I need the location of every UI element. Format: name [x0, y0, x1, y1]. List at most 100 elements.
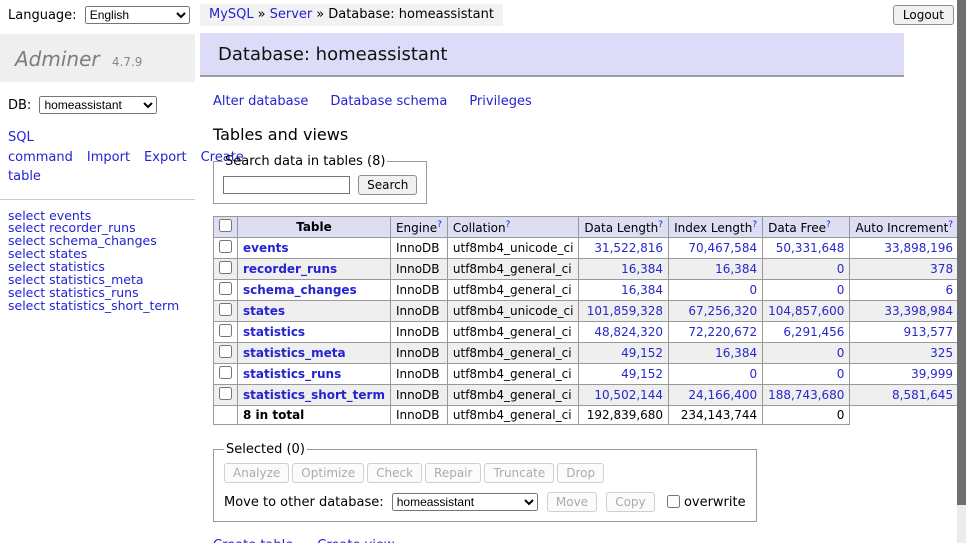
breadcrumb-current: Database: homeassistant: [328, 7, 494, 22]
app-version: 4.7.9: [112, 55, 143, 69]
table-name-link[interactable]: statistics: [243, 325, 305, 339]
select-all-checkbox[interactable]: [219, 219, 232, 232]
row-checkbox-cell: [214, 301, 238, 322]
db-link-1[interactable]: Database schema: [330, 94, 447, 109]
cell-index-length: 16,384: [669, 259, 763, 280]
table-name-link[interactable]: states: [243, 304, 285, 318]
cell-engine: InnoDB: [390, 343, 447, 364]
cell-index-length: 0: [669, 364, 763, 385]
cell-auto-increment: 378: [850, 259, 959, 280]
logout-button[interactable]: Logout: [893, 5, 954, 25]
column-label: Engine: [396, 221, 437, 235]
cell-data-length: 10,502,144: [579, 385, 669, 406]
breadcrumb-link[interactable]: MySQL: [209, 7, 254, 22]
sidebar-action-1[interactable]: Import: [87, 150, 130, 165]
sidebar: Language: English Adminer 4.7.9 DB: home…: [0, 0, 195, 313]
adminer-page: Language: English Adminer 4.7.9 DB: home…: [0, 0, 966, 543]
table-name-link[interactable]: statistics_runs: [243, 367, 341, 381]
optimize-button: Optimize: [292, 463, 364, 483]
cell-table-name: recorder_runs: [238, 259, 391, 280]
move-db-select[interactable]: homeassistant: [392, 493, 538, 511]
select-all-header-cell: [214, 217, 238, 238]
column-header-engine: Engine?: [390, 217, 447, 238]
cell-auto-increment: 325: [850, 343, 959, 364]
help-link[interactable]: ?: [948, 220, 953, 230]
language-label: Language:: [8, 8, 77, 23]
cell-index-length: 24,166,400: [669, 385, 763, 406]
cell-table-name: statistics: [238, 322, 391, 343]
table-total-row: 8 in totalInnoDButf8mb4_general_ci192,83…: [214, 406, 966, 425]
table-name-link[interactable]: statistics_meta: [243, 346, 346, 360]
sidebar-action-2[interactable]: Export: [144, 150, 187, 165]
create-link-0[interactable]: Create table: [213, 538, 293, 543]
cell-data-free: 0: [763, 364, 850, 385]
table-row: recorder_runsInnoDButf8mb4_general_ci16,…: [214, 259, 966, 280]
create-link-1[interactable]: Create view: [317, 538, 394, 543]
move-button: Move: [547, 492, 597, 512]
sidebar-action-0[interactable]: SQL command: [8, 130, 73, 165]
overwrite-checkbox[interactable]: [667, 495, 680, 508]
row-checkbox-cell: [214, 280, 238, 301]
db-link-0[interactable]: Alter database: [213, 94, 308, 109]
row-checkbox[interactable]: [219, 282, 232, 295]
cell-engine: InnoDB: [390, 301, 447, 322]
cell-engine: InnoDB: [390, 322, 447, 343]
breadcrumb-separator: »: [258, 7, 266, 22]
breadcrumb-link[interactable]: Server: [270, 7, 313, 22]
table-row: statesInnoDButf8mb4_unicode_ci101,859,32…: [214, 301, 966, 322]
column-label: Table: [296, 220, 332, 234]
db-select[interactable]: homeassistant: [39, 96, 157, 114]
row-checkbox-cell: [214, 322, 238, 343]
total-data-free: 0: [763, 406, 850, 425]
help-superscript: ?: [506, 220, 511, 230]
table-name-link[interactable]: statistics_short_term: [243, 388, 385, 402]
help-link[interactable]: ?: [752, 220, 757, 230]
table-row: statistics_runsInnoDButf8mb4_general_ci4…: [214, 364, 966, 385]
vertical-scrollbar[interactable]: [957, 0, 966, 543]
table-row: statistics_metaInnoDButf8mb4_general_ci4…: [214, 343, 966, 364]
cell-engine: InnoDB: [390, 385, 447, 406]
row-checkbox[interactable]: [219, 240, 232, 253]
main-content: MySQL»Server»Database: homeassistant Dat…: [200, 0, 904, 543]
table-header-row: TableEngine?Collation?Data Length?Index …: [214, 217, 966, 238]
sidebar-table-link-item: select statistics_short_term: [8, 300, 195, 313]
overwrite-label: overwrite: [684, 495, 746, 510]
cell-collation: utf8mb4_general_ci: [447, 385, 579, 406]
db-link-2[interactable]: Privileges: [469, 94, 532, 109]
column-header-data-free: Data Free?: [763, 217, 850, 238]
search-input[interactable]: [223, 176, 350, 194]
column-header-data-length: Data Length?: [579, 217, 669, 238]
cell-auto-increment: 39,999: [850, 364, 959, 385]
search-button[interactable]: Search: [358, 175, 417, 195]
row-checkbox[interactable]: [219, 303, 232, 316]
cell-data-free: 0: [763, 343, 850, 364]
column-label: Index Length: [674, 221, 752, 235]
help-link[interactable]: ?: [437, 220, 442, 230]
row-checkbox[interactable]: [219, 345, 232, 358]
cell-data-free: 0: [763, 259, 850, 280]
row-checkbox[interactable]: [219, 387, 232, 400]
db-label: DB:: [8, 98, 31, 113]
help-link[interactable]: ?: [658, 220, 663, 230]
cell-index-length: 16,384: [669, 343, 763, 364]
row-checkbox[interactable]: [219, 366, 232, 379]
cell-data-length: 49,152: [579, 343, 669, 364]
table-name-link[interactable]: recorder_runs: [243, 262, 337, 276]
page-title: Database: homeassistant: [200, 33, 904, 77]
scrollbar-thumb[interactable]: [957, 0, 966, 505]
table-name-link[interactable]: events: [243, 241, 289, 255]
row-checkbox[interactable]: [219, 324, 232, 337]
breadcrumb: MySQL»Server»Database: homeassistant: [200, 4, 503, 26]
row-checkbox-cell: [214, 343, 238, 364]
column-label: Collation: [453, 221, 506, 235]
db-selector-row: DB: homeassistant: [0, 82, 195, 114]
language-select[interactable]: English: [85, 6, 190, 24]
help-link[interactable]: ?: [506, 220, 511, 230]
language-row: Language: English: [0, 0, 195, 24]
copy-button: Copy: [606, 492, 654, 512]
help-link[interactable]: ?: [826, 220, 831, 230]
sidebar-table-link[interactable]: select statistics_short_term: [8, 298, 179, 313]
row-checkbox[interactable]: [219, 261, 232, 274]
search-legend: Search data in tables (8): [223, 154, 387, 169]
table-name-link[interactable]: schema_changes: [243, 283, 357, 297]
